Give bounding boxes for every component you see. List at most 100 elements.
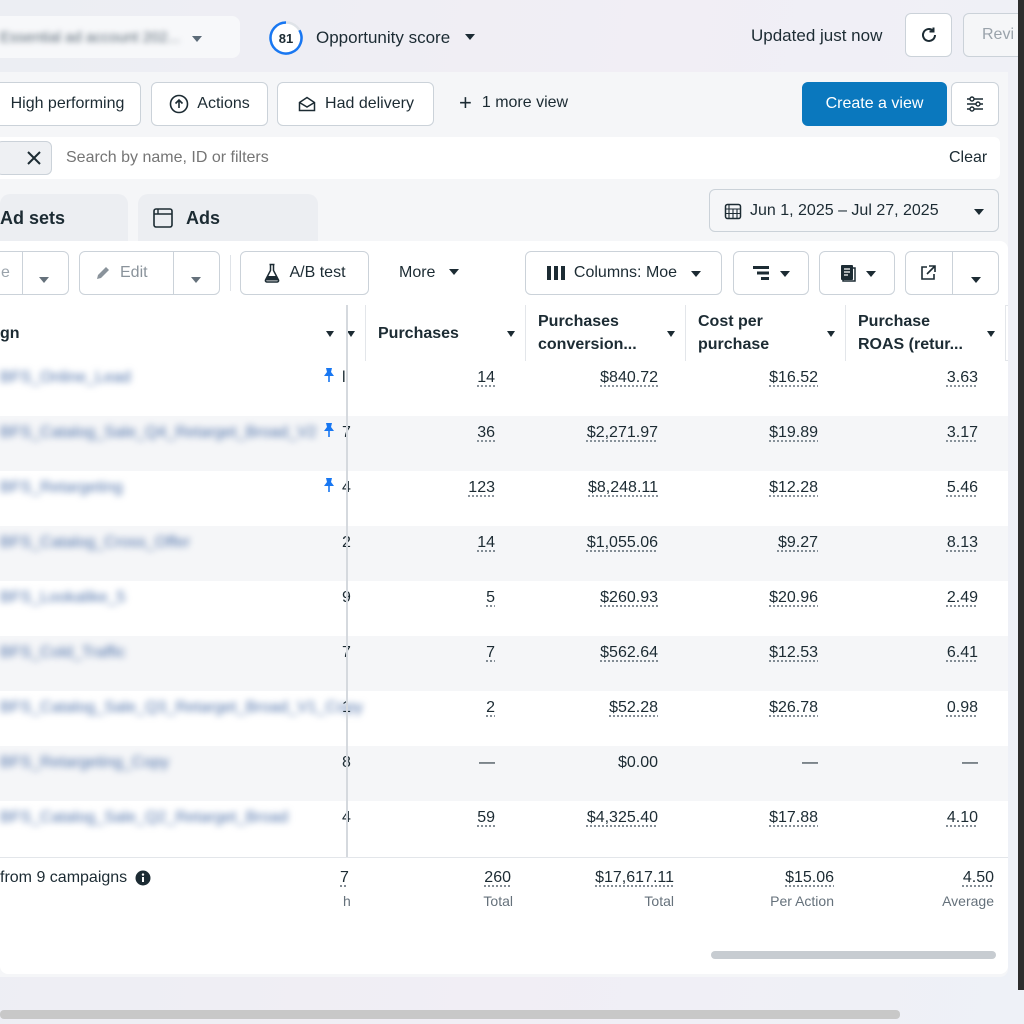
table-row[interactable]: BFS_Catalog_Cross_Offer214$1,055.06$9.27… bbox=[0, 526, 1008, 581]
table-row[interactable]: BFS_Cold_Traffic77$562.64$12.536.41 bbox=[0, 636, 1008, 691]
table-row[interactable]: BFS_Retargeting_Copy8—$0.00—— bbox=[0, 746, 1008, 801]
plus-icon: + bbox=[459, 90, 472, 115]
opportunity-score-value: 81 bbox=[278, 30, 294, 46]
campaign-name-link[interactable]: BFS_Lookalike_5 bbox=[0, 589, 125, 607]
ab-test-button[interactable]: A/B test bbox=[240, 251, 369, 295]
column-header-purchases[interactable]: Purchases bbox=[366, 305, 526, 361]
campaign-name-link[interactable]: BFS_Catalog_Sale_Q3_Retarget_Broad_V1_Co… bbox=[0, 699, 363, 717]
column-header-roas[interactable]: Purchase ROAS (retur... bbox=[846, 305, 1006, 361]
cost-per-purchase-cell: — bbox=[802, 754, 818, 771]
conversion-value-cell: $52.28 bbox=[609, 699, 658, 716]
purchases-cell: 5 bbox=[486, 589, 495, 606]
info-icon[interactable] bbox=[135, 870, 151, 886]
table-row[interactable]: BFS_Lookalike_595$260.93$20.962.49 bbox=[0, 581, 1008, 636]
dropdown-divider bbox=[952, 252, 953, 294]
totals-conversion-value-sub: Total bbox=[644, 893, 674, 909]
purchases-cell: 7 bbox=[486, 644, 495, 661]
totals-conversion-value: $17,617.11 bbox=[595, 869, 674, 886]
tab-ad-sets-label: Ad sets bbox=[0, 207, 66, 228]
more-views-button[interactable]: + 1 more view bbox=[459, 90, 568, 115]
pencil-icon bbox=[97, 267, 109, 279]
clear-filters-link[interactable]: Clear bbox=[949, 149, 987, 167]
dropdown-divider bbox=[22, 252, 23, 294]
roas-cell: 3.63 bbox=[946, 369, 978, 386]
table-row[interactable]: BFS_Catalog_Sale_Q2_Retarget_Broad459$4,… bbox=[0, 801, 1008, 856]
table-row[interactable]: BFS_Online_Lead l 14 $840.72 $16.52 3.63 bbox=[0, 361, 1008, 416]
purchases-cell: 2 bbox=[486, 699, 495, 716]
conversion-value-cell: $0.00 bbox=[617, 754, 658, 771]
edit-button[interactable]: Edit bbox=[79, 251, 220, 295]
breakdown-button[interactable] bbox=[733, 251, 809, 295]
search-input[interactable] bbox=[66, 142, 766, 174]
view-had-delivery[interactable]: Had delivery bbox=[277, 82, 434, 126]
export-button[interactable] bbox=[905, 251, 999, 295]
tab-ad-sets[interactable]: Ad sets bbox=[0, 194, 128, 242]
pin-icon[interactable] bbox=[322, 477, 336, 493]
account-dropdown-icon bbox=[192, 29, 203, 46]
view-high-performing[interactable]: High performing bbox=[0, 82, 141, 126]
account-selector[interactable]: Essential ad account 202... bbox=[0, 16, 240, 58]
conversion-value-cell: $562.64 bbox=[600, 644, 658, 661]
reports-button[interactable] bbox=[819, 251, 895, 295]
pin-icon[interactable] bbox=[322, 367, 336, 383]
totals-label-text: from 9 campaigns bbox=[0, 869, 128, 886]
cost-per-purchase-cell: $9.27 bbox=[777, 534, 818, 551]
campaign-name-link[interactable]: BFS_Retargeting_Copy bbox=[0, 754, 169, 772]
view-settings-button[interactable] bbox=[951, 82, 999, 126]
opportunity-score-menu[interactable]: Opportunity score bbox=[316, 28, 475, 48]
create-view-button[interactable]: Create a view bbox=[802, 82, 947, 126]
refresh-button[interactable] bbox=[905, 13, 952, 57]
chevron-down-icon[interactable] bbox=[39, 270, 49, 288]
roas-cell: 4.10 bbox=[946, 809, 978, 826]
conversion-value-cell: $8,248.11 bbox=[588, 479, 658, 496]
horizontal-scrollbar[interactable] bbox=[711, 951, 996, 959]
column-header-cut[interactable] bbox=[347, 305, 366, 361]
chevron-down-icon bbox=[780, 264, 790, 282]
chevron-down-icon bbox=[449, 262, 460, 280]
date-range-picker[interactable]: Jun 1, 2025 – Jul 27, 2025 bbox=[709, 189, 999, 232]
columns-button[interactable]: Columns: Moe bbox=[525, 251, 722, 295]
campaign-name-link[interactable]: BFS_Catalog_Sale_Q4_Retarget_Broad_V2 bbox=[0, 424, 317, 442]
campaign-name-link[interactable]: BFS_Retargeting bbox=[0, 479, 123, 497]
page-horizontal-scrollbar[interactable] bbox=[0, 1010, 900, 1019]
dropdown-divider bbox=[173, 252, 174, 294]
totals-cut-value: 7 bbox=[340, 869, 349, 886]
roas-cell: 5.46 bbox=[946, 479, 978, 496]
chevron-down-icon bbox=[974, 202, 984, 220]
more-menu-button[interactable]: More bbox=[399, 262, 460, 282]
purchases-cell: — bbox=[479, 754, 495, 771]
column-header-conversion-value[interactable]: Purchases conversion... bbox=[526, 305, 686, 361]
table-row[interactable]: BFS_Catalog_Sale_Q4_Retarget_Broad_V2736… bbox=[0, 416, 1008, 471]
external-link-icon bbox=[919, 264, 937, 287]
opportunity-score-label: Opportunity score bbox=[316, 28, 451, 47]
purchases-cell: 59 bbox=[477, 809, 495, 826]
campaign-name-link[interactable]: BFS_Cold_Traffic bbox=[0, 644, 125, 662]
column-header-cost-per-purchase[interactable]: Cost per purchase bbox=[686, 305, 846, 361]
cost-per-purchase-cell: $16.52 bbox=[769, 369, 818, 386]
date-range-label: Jun 1, 2025 – Jul 27, 2025 bbox=[750, 201, 939, 219]
conversion-value-cell: $1,055.06 bbox=[586, 534, 658, 551]
column-header-campaign[interactable]: gn bbox=[0, 305, 348, 361]
table-row[interactable]: BFS_Catalog_Sale_Q3_Retarget_Broad_V1_Co… bbox=[0, 691, 1008, 746]
page-scrollbar-track bbox=[1018, 0, 1024, 990]
chevron-down-icon[interactable] bbox=[971, 270, 981, 288]
cost-per-purchase-label-1: Cost per bbox=[698, 313, 763, 330]
purchases-cell: 14 bbox=[477, 534, 495, 551]
campaign-name-link[interactable]: BFS_Catalog_Sale_Q2_Retarget_Broad bbox=[0, 809, 288, 827]
columns-label: Columns: Moe bbox=[573, 264, 678, 281]
roas-cell: 2.49 bbox=[946, 589, 978, 606]
campaign-name-link[interactable]: BFS_Online_Lead bbox=[0, 369, 131, 387]
view-actions[interactable]: Actions bbox=[151, 82, 268, 126]
review-button[interactable]: Revi bbox=[963, 13, 1024, 57]
updated-status: Updated just now bbox=[751, 26, 883, 45]
campaign-name-link[interactable]: BFS_Catalog_Cross_Offer bbox=[0, 534, 190, 552]
tab-ads[interactable]: Ads bbox=[138, 194, 318, 242]
close-icon[interactable] bbox=[25, 149, 43, 167]
duplicate-button[interactable]: e bbox=[0, 251, 69, 295]
chevron-down-icon[interactable] bbox=[191, 270, 201, 288]
table-row[interactable]: BFS_Retargeting4123$8,248.11$12.285.46 bbox=[0, 471, 1008, 526]
pin-icon[interactable] bbox=[322, 422, 336, 438]
flask-icon bbox=[265, 263, 280, 283]
filter-chip[interactable] bbox=[0, 141, 52, 175]
roas-label-2: ROAS (retur... bbox=[858, 336, 963, 353]
